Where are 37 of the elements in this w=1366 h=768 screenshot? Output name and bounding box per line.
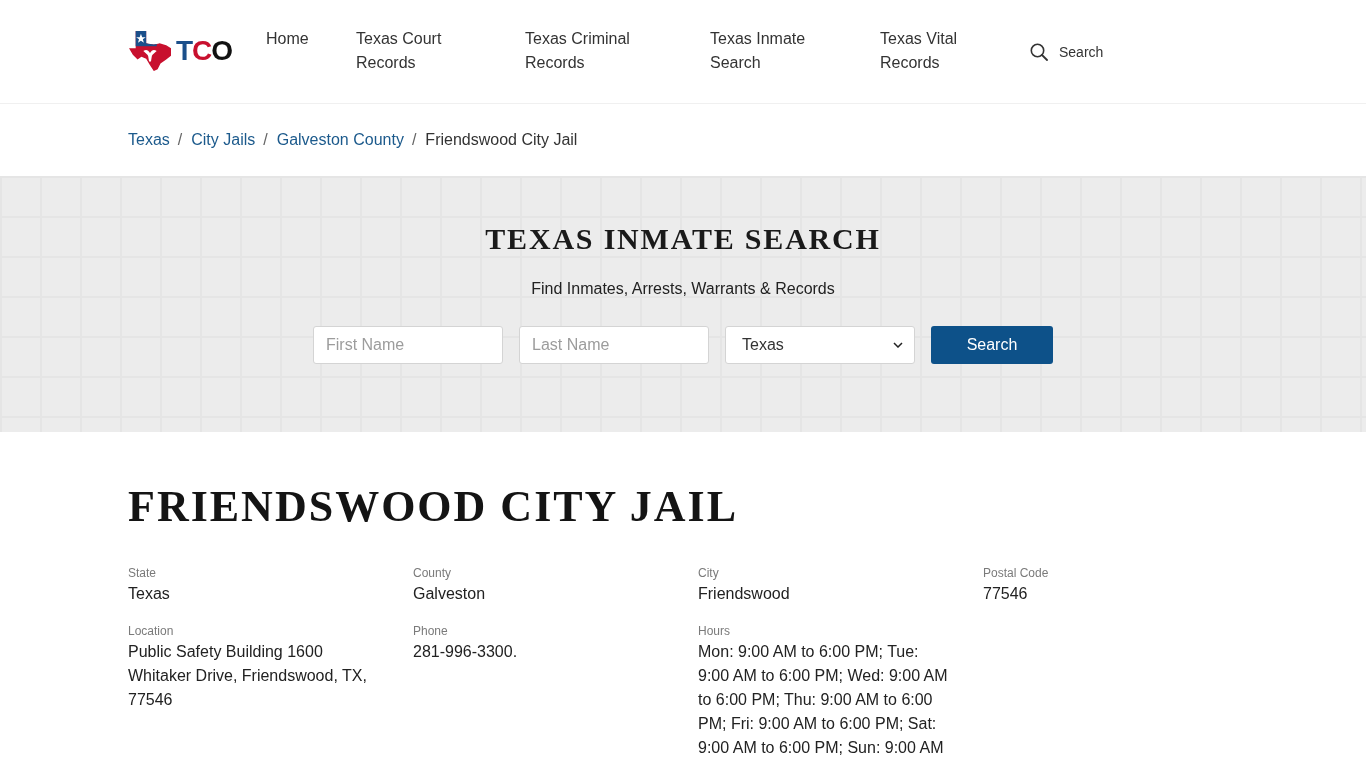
state-select[interactable]: Texas xyxy=(725,326,915,364)
detail-value: 281-996-3300. xyxy=(413,642,519,662)
breadcrumb-separator: / xyxy=(411,130,417,150)
detail-label: State xyxy=(128,565,157,581)
nav-link[interactable]: Texas Court Records xyxy=(356,27,478,75)
breadcrumb-separator: / xyxy=(263,130,268,150)
detail-label: Hours xyxy=(698,623,730,639)
search-button[interactable]: Search xyxy=(931,326,1053,364)
detail-label: County xyxy=(413,565,452,581)
logo-text[interactable]: TCO xyxy=(176,36,233,66)
search-icon[interactable] xyxy=(1030,43,1048,61)
detail-value: Friendswood xyxy=(698,584,791,604)
breadcrumb-link[interactable]: City Jails xyxy=(191,128,256,152)
nav-link[interactable]: Home xyxy=(266,27,309,75)
search-link[interactable]: Search xyxy=(1059,43,1104,61)
detail-label: Postal Code xyxy=(983,565,1049,581)
first-name-field[interactable]: First Name xyxy=(313,326,503,364)
chevron-down-icon xyxy=(893,342,903,348)
detail-value: Galveston xyxy=(413,584,487,604)
nav-link[interactable]: Texas Criminal Records xyxy=(525,27,647,75)
detail-label: Location xyxy=(128,623,174,639)
detail-value: Texas xyxy=(128,584,171,604)
breadcrumb-link[interactable]: Galveston County xyxy=(276,128,404,152)
breadcrumb-current: Friendswood City Jail xyxy=(425,130,578,150)
last-name-field[interactable]: Last Name xyxy=(519,326,709,364)
banner-title: TEXAS INMATE SEARCH xyxy=(485,221,881,257)
nav-link[interactable]: Texas Vital Records xyxy=(880,27,1002,75)
breadcrumb-link[interactable]: Texas xyxy=(128,128,170,152)
detail-value: Public Safety Building 1600 Whitaker Drive, Friendswood, TX, 77546 xyxy=(128,642,368,710)
facility-title: FRIENDSWOOD CITY JAIL xyxy=(128,481,738,533)
breadcrumb-separator: / xyxy=(177,130,183,150)
nav-link[interactable]: Texas Inmate Search xyxy=(710,27,832,75)
detail-label: Phone xyxy=(413,623,448,639)
banner-subtitle: Find Inmates, Arrests, Warrants & Records xyxy=(531,279,835,299)
detail-value: Mon: 9:00 AM to 6:00 PM; Tue: 9:00 AM to 6:00 PM; Wed: 9:00 AM to 6:00 PM; Thu: 9:00 AM to 6:00 PM; Fri: 9:00 AM to 6:00 PM; Sat: 9:00 AM to 6:00 PM; Sun: 9:00 AM xyxy=(698,642,949,758)
detail-label: City xyxy=(698,565,719,581)
detail-value: 77546 xyxy=(983,584,1029,604)
